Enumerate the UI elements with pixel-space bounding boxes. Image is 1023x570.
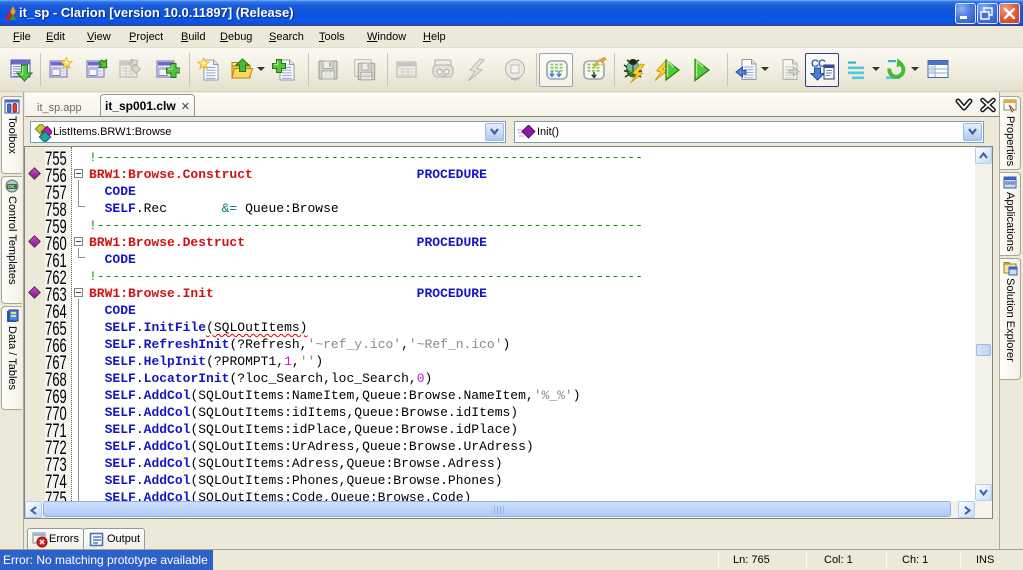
svg-text:OK: OK [8, 184, 15, 189]
